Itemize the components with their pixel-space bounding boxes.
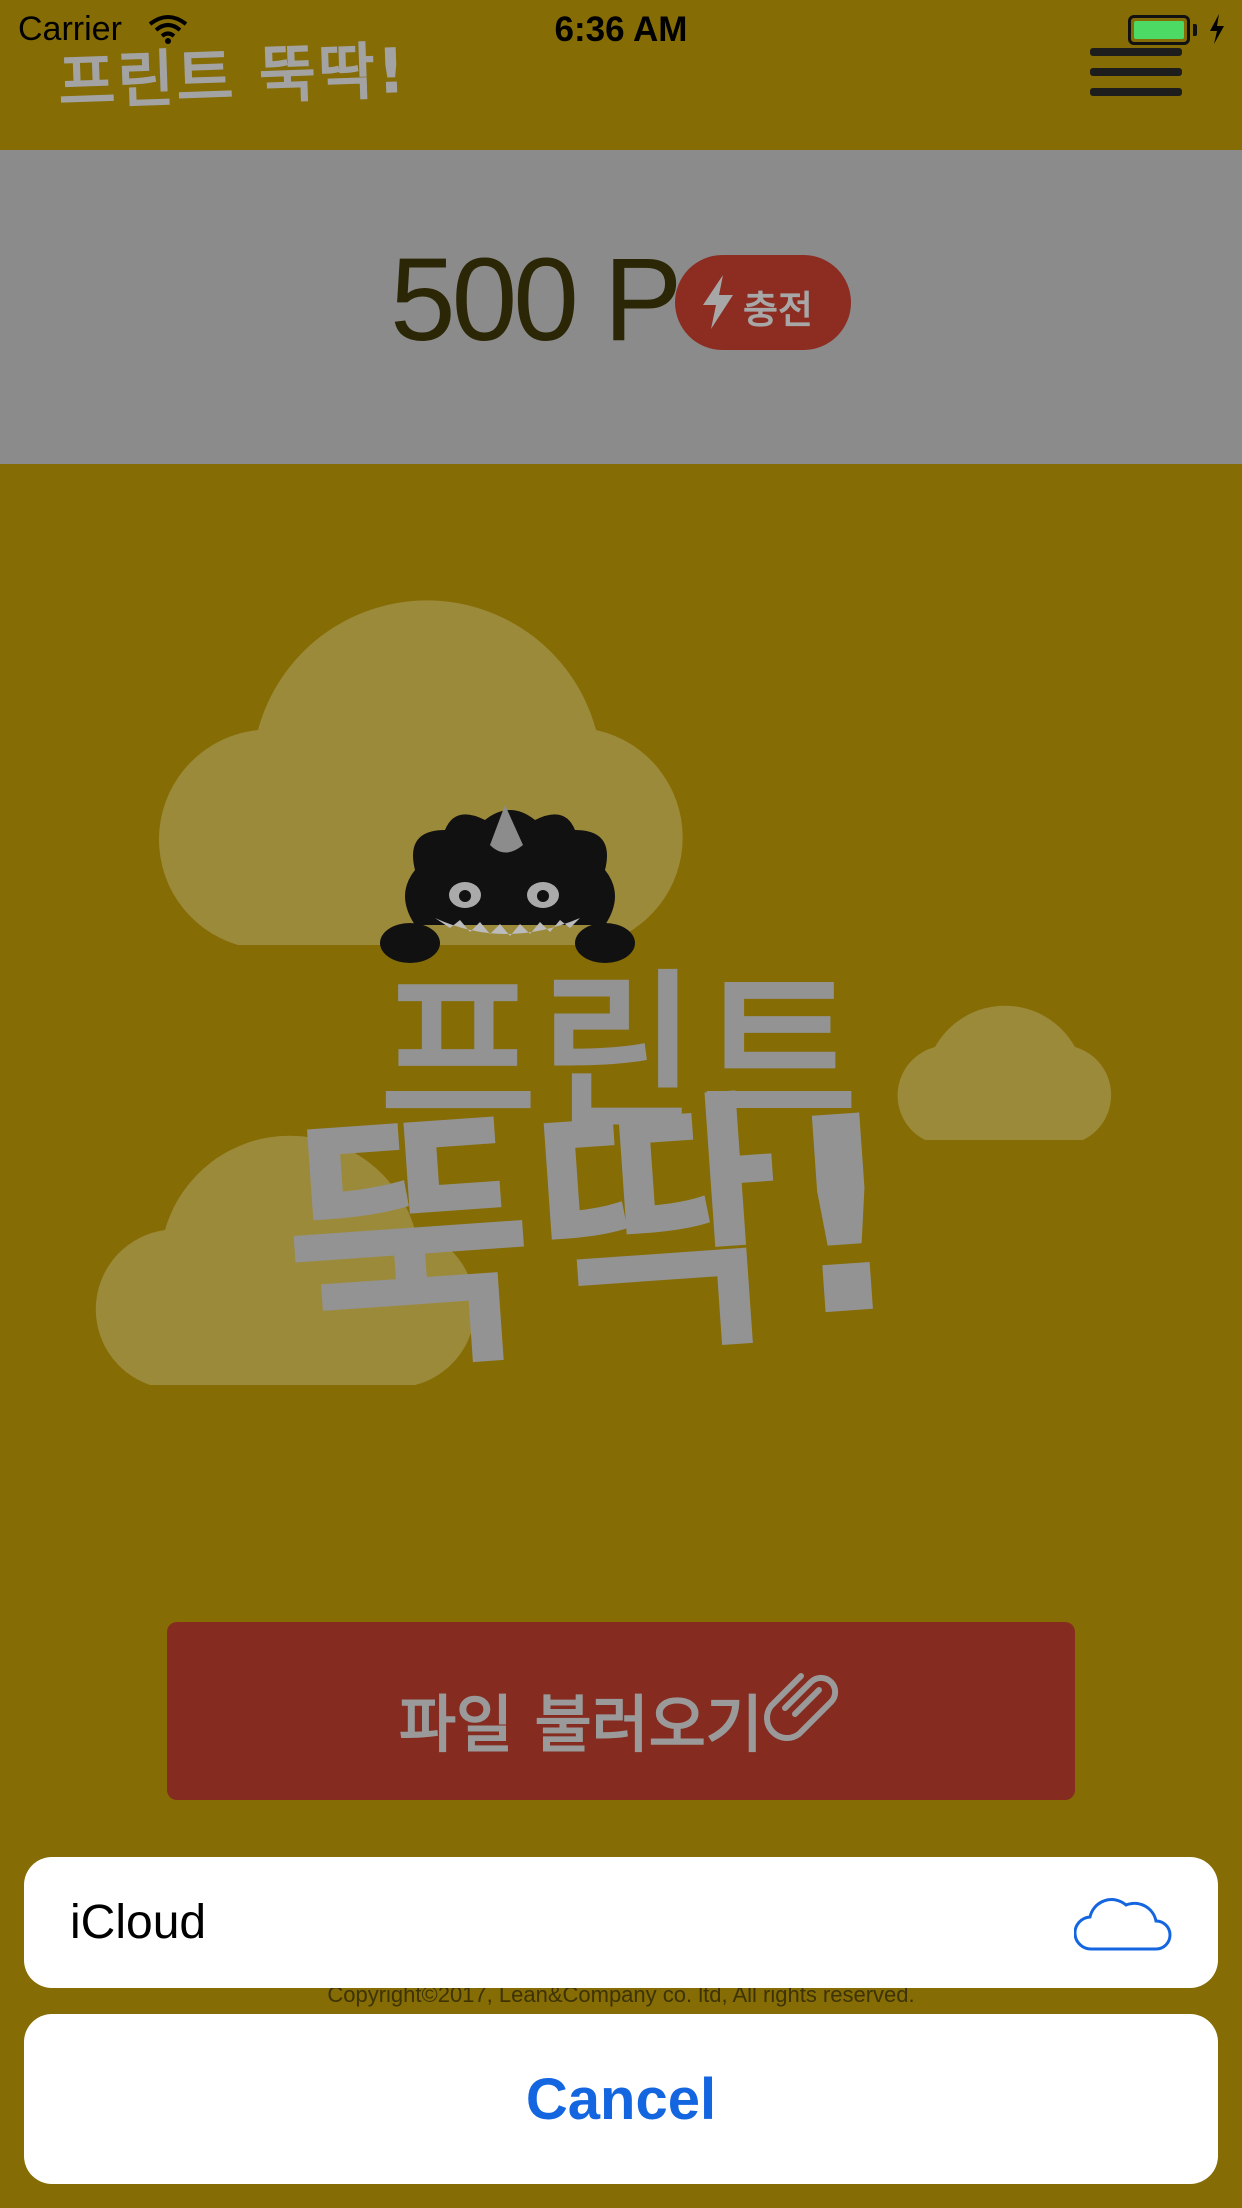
battery-icon <box>1128 15 1190 45</box>
load-file-button[interactable]: 파일 불러오기 <box>167 1622 1075 1800</box>
charge-label: 충전 <box>743 288 813 332</box>
battery-level <box>1134 21 1184 39</box>
action-sheet-option-icloud[interactable]: iCloud <box>24 1857 1218 1988</box>
paperclip-icon <box>764 1673 839 1741</box>
cloud-right-decoration <box>897 1005 1112 1140</box>
cancel-label: Cancel <box>525 2067 717 2132</box>
option-label: iCloud <box>70 1896 207 1949</box>
icloud-icon <box>1074 1898 1172 1951</box>
points-value: 500 P <box>390 234 682 366</box>
hero-title-bottom: 뚝딱! <box>274 1055 916 1414</box>
load-file-label: 파일 불러오기 <box>399 1688 763 1761</box>
status-time: 6:36 AM <box>554 10 688 49</box>
lightning-icon <box>703 275 733 329</box>
charging-bolt-icon <box>1210 14 1224 44</box>
status-bar: Carrier 6:36 AM <box>0 0 1242 60</box>
cancel-button[interactable]: Cancel <box>24 2014 1218 2184</box>
charge-button[interactable]: 충전 <box>675 255 851 350</box>
